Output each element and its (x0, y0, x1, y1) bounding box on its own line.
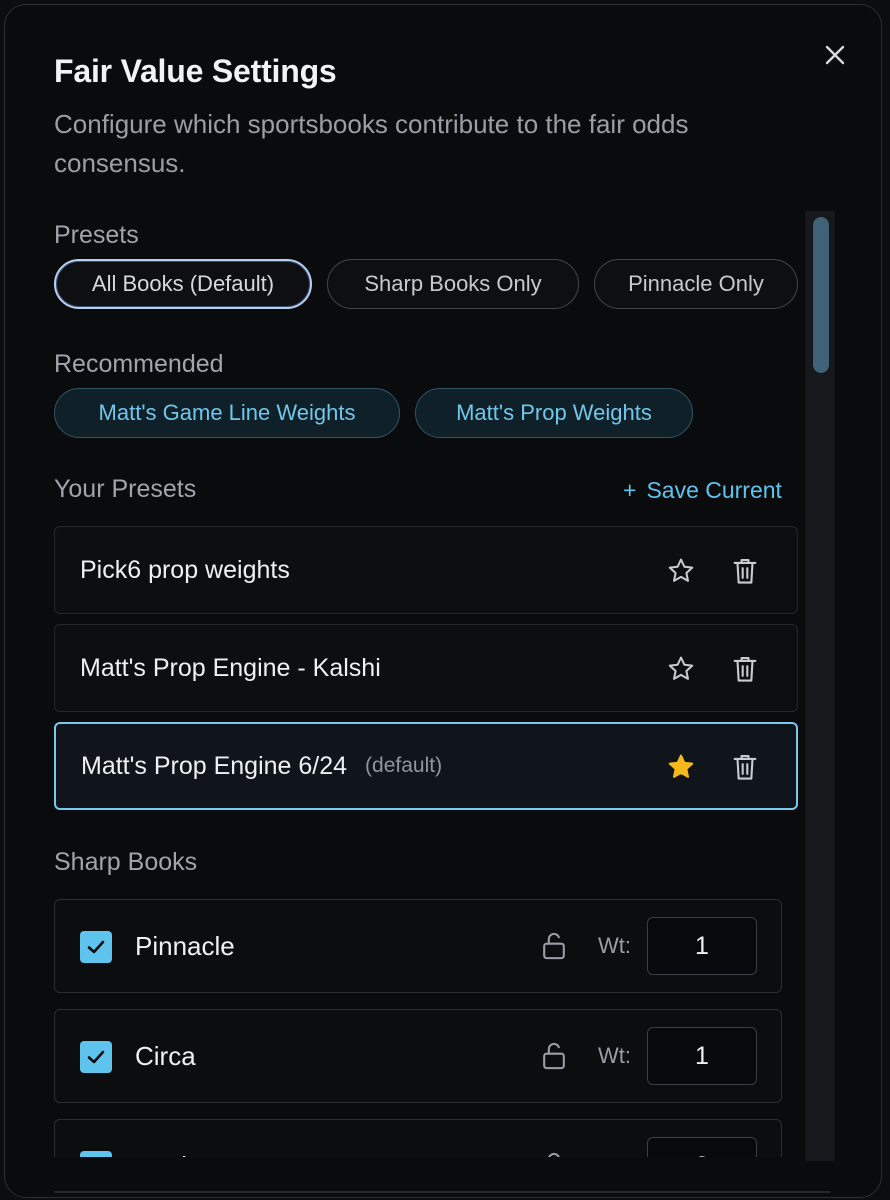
footer-divider (54, 1191, 830, 1193)
scroll-content: Presets All Books (Default) Sharp Books … (5, 5, 881, 1157)
plus-icon: + (623, 477, 637, 503)
user-preset-row[interactable]: Matt's Prop Engine - Kalshi (54, 624, 798, 712)
book-row-circa: Circa Wt: (54, 1009, 782, 1103)
recommended-game-line-weights[interactable]: Matt's Game Line Weights (54, 388, 400, 438)
user-preset-row[interactable]: Pick6 prop weights (54, 526, 798, 614)
sharp-books-label: Sharp Books (54, 848, 198, 876)
book-checkbox[interactable] (80, 1151, 112, 1157)
trash-icon (733, 657, 757, 682)
trash-icon (733, 559, 757, 584)
user-preset-row-selected[interactable]: Matt's Prop Engine 6/24 (default) (54, 722, 798, 810)
scrollbar-thumb[interactable] (813, 217, 829, 373)
lock-toggle[interactable] (539, 1150, 569, 1157)
weight-input[interactable] (647, 1027, 757, 1085)
favorite-button[interactable] (665, 751, 697, 783)
unlock-icon (548, 1152, 560, 1157)
preset-sharp-books-only[interactable]: Sharp Books Only (327, 259, 579, 309)
star-outline-icon (668, 656, 694, 680)
weight-input[interactable] (647, 917, 757, 975)
weight-label: Wt: (598, 1043, 631, 1068)
save-current-label: Save Current (646, 477, 782, 503)
user-preset-name-text: Matt's Prop Engine 6/24 (81, 751, 348, 780)
user-preset-name: Matt's Prop Engine 6/24 (default) (81, 724, 442, 808)
book-checkbox[interactable] (80, 1041, 112, 1073)
delete-button[interactable] (729, 751, 761, 783)
preset-pinnacle-only[interactable]: Pinnacle Only (594, 259, 798, 309)
trash-icon (733, 755, 757, 780)
checkmark-icon (85, 1156, 107, 1157)
fair-value-settings-modal: Fair Value Settings Configure which spor… (4, 4, 882, 1198)
recommended-prop-weights[interactable]: Matt's Prop Weights (415, 388, 693, 438)
unlock-icon (543, 932, 565, 960)
user-preset-name: Matt's Prop Engine - Kalshi (80, 653, 381, 682)
weight-label: Wt: (598, 1120, 631, 1157)
lock-toggle[interactable] (539, 1040, 569, 1072)
favorite-button[interactable] (665, 653, 697, 685)
book-checkbox[interactable] (80, 931, 112, 963)
checkmark-icon (87, 1050, 105, 1064)
star-outline-icon (668, 558, 694, 582)
book-name: Pinnacle (135, 930, 235, 961)
weight-input[interactable] (647, 1137, 757, 1157)
delete-button[interactable] (729, 555, 761, 587)
user-preset-name: Pick6 prop weights (80, 555, 290, 584)
favorite-button[interactable] (665, 555, 697, 587)
weight-label: Wt: (598, 933, 631, 958)
unlock-icon (543, 1042, 565, 1070)
lock-toggle[interactable] (539, 930, 569, 962)
book-row-novig: Novig Wt: (54, 1119, 782, 1157)
book-name: Novig (135, 1120, 201, 1158)
recommended-label: Recommended (54, 350, 224, 378)
presets-label: Presets (54, 221, 139, 249)
preset-all-books[interactable]: All Books (Default) (54, 259, 312, 309)
star-filled-icon (668, 754, 694, 778)
book-name: Circa (135, 1040, 196, 1071)
default-tag: (default) (365, 754, 443, 777)
checkmark-icon (87, 940, 105, 954)
your-presets-label: Your Presets (54, 475, 197, 503)
delete-button[interactable] (729, 653, 761, 685)
book-row-pinnacle: Pinnacle Wt: (54, 899, 782, 993)
save-current-button[interactable]: + Save Current (623, 477, 782, 504)
